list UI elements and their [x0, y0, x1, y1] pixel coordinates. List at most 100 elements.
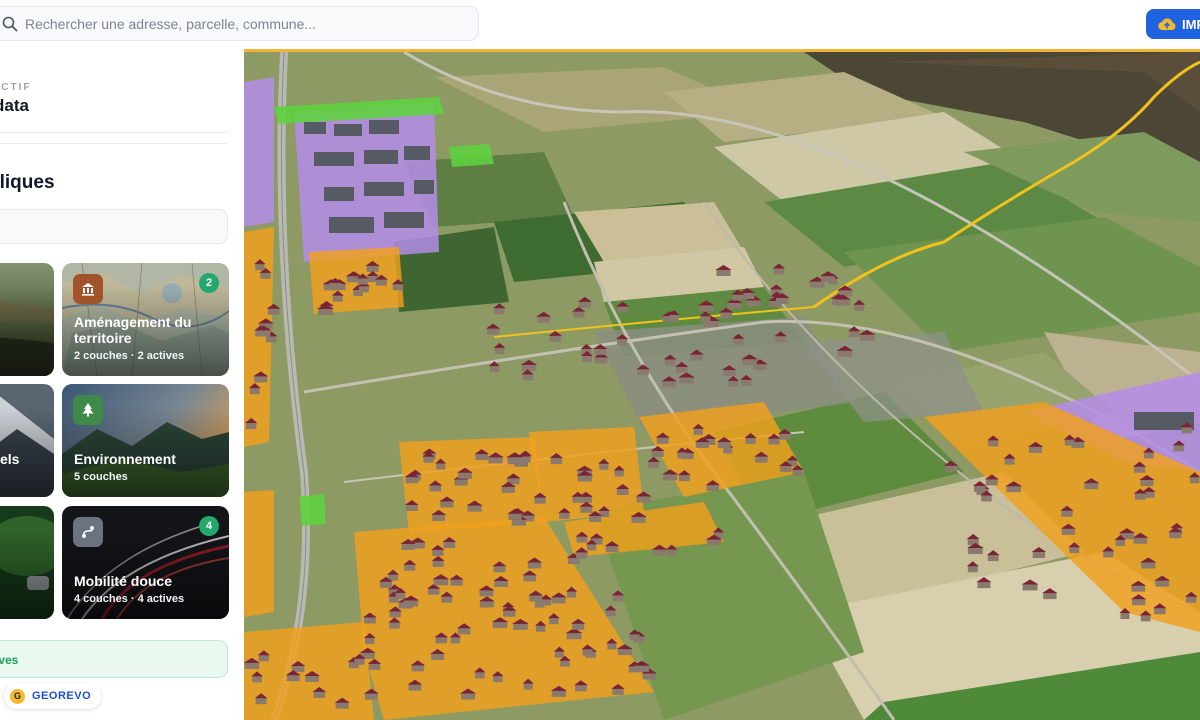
house: [573, 310, 585, 318]
house: [401, 542, 415, 550]
house: [267, 307, 280, 315]
house: [664, 358, 676, 366]
map-canvas[interactable]: [244, 52, 1200, 720]
house: [389, 621, 400, 629]
import-button[interactable]: IMP: [1146, 9, 1200, 39]
brand-badge[interactable]: G GEOREVO: [4, 683, 102, 709]
house: [1032, 551, 1046, 559]
house: [252, 675, 262, 683]
house: [429, 484, 442, 492]
category-card[interactable]: els: [0, 384, 54, 497]
house: [1022, 583, 1038, 591]
card-title: Mobilité douce: [74, 573, 172, 589]
house: [693, 427, 703, 435]
house: [405, 503, 418, 511]
house: [575, 551, 588, 559]
house: [461, 692, 475, 700]
house: [617, 305, 629, 313]
card-title: els: [0, 451, 20, 467]
category-card[interactable]: [0, 263, 54, 376]
house: [368, 662, 381, 670]
bank-icon: [73, 274, 103, 304]
house: [1140, 479, 1154, 487]
layer-search-input[interactable]: [0, 209, 228, 244]
house: [652, 548, 667, 556]
house: [678, 474, 690, 482]
card-overlay: [0, 263, 54, 376]
house: [675, 365, 688, 373]
house: [529, 594, 543, 602]
house: [732, 293, 744, 301]
house: [305, 674, 319, 682]
house: [521, 363, 537, 371]
active-layers-summary[interactable]: ives: [0, 640, 228, 678]
tree-icon: [73, 395, 103, 425]
divider: [0, 132, 228, 133]
house: [475, 453, 489, 461]
category-card-environnement[interactable]: Environnement 5 couches: [62, 384, 229, 497]
house: [634, 664, 650, 672]
house: [443, 541, 456, 549]
house: [549, 617, 559, 625]
house: [365, 637, 375, 645]
house: [617, 648, 632, 656]
category-card-amenagement[interactable]: 2 Aménagement du territoire 2 couches · …: [62, 263, 229, 376]
house: [695, 441, 710, 449]
house: [507, 456, 523, 464]
house: [849, 330, 860, 338]
house: [572, 495, 584, 503]
house: [656, 436, 669, 444]
house: [494, 307, 505, 315]
active-count-badge: 4: [199, 516, 219, 536]
category-card-mobilite[interactable]: 4 Mobilité douce 4 couches · 4 actives: [62, 506, 229, 619]
search-bar[interactable]: [0, 6, 479, 41]
house: [1134, 465, 1146, 473]
house: [859, 333, 875, 341]
house: [985, 478, 998, 486]
house: [432, 513, 446, 521]
house: [768, 437, 780, 445]
house: [1061, 527, 1075, 535]
house: [488, 456, 503, 464]
house: [1154, 607, 1166, 615]
house: [775, 335, 786, 343]
house: [1141, 561, 1156, 569]
house: [746, 299, 761, 307]
house: [489, 365, 499, 373]
house: [582, 355, 592, 363]
top-bar: IMP: [0, 0, 1200, 50]
card-title: Environnement: [74, 451, 176, 467]
house: [494, 346, 505, 354]
house: [554, 650, 564, 658]
house: [474, 671, 485, 679]
house: [559, 511, 570, 519]
card-subtitle: 4 couches · 4 actives: [74, 593, 185, 605]
house: [595, 356, 608, 364]
house: [366, 264, 379, 272]
house: [266, 335, 277, 343]
house: [392, 283, 404, 291]
house: [441, 595, 453, 603]
map-3d-view[interactable]: [244, 52, 1200, 720]
house: [411, 664, 425, 672]
house: [967, 538, 979, 546]
house: [1173, 444, 1185, 452]
category-card[interactable]: [0, 506, 54, 619]
house: [629, 633, 640, 641]
house: [255, 697, 267, 705]
search-input[interactable]: [25, 15, 465, 32]
active-layers-label: ives: [0, 653, 19, 667]
house: [1061, 509, 1073, 517]
card-overlay: [0, 384, 54, 497]
house: [332, 294, 343, 302]
house: [522, 373, 533, 381]
house: [1133, 536, 1148, 544]
house: [566, 632, 582, 640]
house: [501, 485, 515, 493]
house: [479, 589, 494, 597]
section-title: bliques: [0, 172, 55, 193]
house: [631, 515, 646, 523]
house: [1189, 476, 1200, 484]
house: [492, 621, 508, 629]
house: [1006, 485, 1021, 493]
